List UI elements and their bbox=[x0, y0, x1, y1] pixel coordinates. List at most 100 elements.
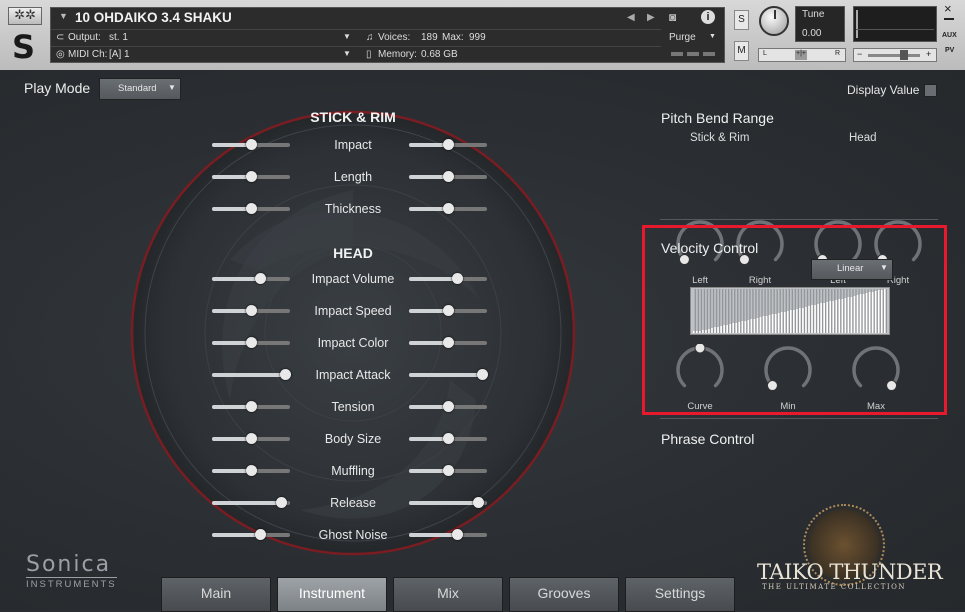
head-slider-right[interactable] bbox=[409, 433, 487, 444]
slider-thumb[interactable] bbox=[280, 369, 292, 380]
pan-thumb[interactable]: +|+ bbox=[795, 50, 807, 60]
head-slider-right[interactable] bbox=[409, 369, 489, 380]
velocity-curve-bar-shade bbox=[882, 289, 884, 333]
solo-button[interactable]: S bbox=[734, 10, 749, 30]
close-button[interactable]: × bbox=[944, 1, 952, 16]
tune-knob[interactable] bbox=[759, 6, 789, 36]
slider-thumb[interactable] bbox=[443, 401, 454, 412]
slider-fill bbox=[212, 501, 281, 505]
tune-value[interactable]: 0.00 bbox=[802, 28, 821, 39]
tab-settings[interactable]: Settings bbox=[625, 577, 735, 612]
velocity-curve-bar bbox=[793, 310, 795, 333]
head-slider-left[interactable] bbox=[212, 305, 290, 316]
instrument-info-panel: ▼ 10 OHDAIKO 3.4 SHAKU ◀ ▶ ◙ i ⊂ Output:… bbox=[50, 7, 725, 63]
velocity-curve-dropdown[interactable]: Linear ▼ bbox=[811, 259, 893, 280]
stick_rim-slider-left[interactable] bbox=[212, 139, 290, 150]
stick_rim-slider-right[interactable] bbox=[409, 171, 487, 182]
velocity-curve-bar bbox=[768, 315, 771, 333]
max-value[interactable]: 999 bbox=[469, 32, 486, 43]
volume-thumb[interactable] bbox=[900, 50, 908, 60]
head-slider-left[interactable] bbox=[212, 433, 290, 444]
mute-button[interactable]: M bbox=[734, 41, 749, 61]
head-slider-right[interactable] bbox=[409, 273, 487, 284]
display-value-checkbox[interactable] bbox=[924, 84, 937, 97]
instrument-name[interactable]: 10 OHDAIKO 3.4 SHAKU bbox=[75, 10, 232, 25]
velocity-curve-display[interactable] bbox=[690, 287, 890, 335]
slider-thumb[interactable] bbox=[255, 529, 267, 540]
velocity-max-knob[interactable]: Max bbox=[850, 344, 902, 412]
collapse-icon[interactable]: ▼ bbox=[59, 11, 68, 21]
slider-thumb[interactable] bbox=[443, 305, 454, 316]
gear-button[interactable]: ✲✲ bbox=[8, 7, 42, 25]
midi-dropdown-icon[interactable]: ▼ bbox=[343, 49, 351, 58]
slider-thumb[interactable] bbox=[477, 369, 489, 380]
slider-thumb[interactable] bbox=[246, 171, 257, 182]
tab-grooves[interactable]: Grooves bbox=[509, 577, 619, 612]
velocity-curve-bar-shade bbox=[734, 289, 736, 333]
slider-thumb[interactable] bbox=[472, 497, 484, 508]
slider-thumb[interactable] bbox=[452, 273, 464, 284]
pan-slider[interactable]: L +|+ R bbox=[758, 48, 846, 62]
head-slider-right[interactable] bbox=[409, 529, 487, 540]
play-mode-dropdown[interactable]: Standard ▼ bbox=[99, 78, 181, 100]
aux-button[interactable]: AUX bbox=[942, 32, 957, 39]
purge-button[interactable]: Purge bbox=[669, 32, 696, 43]
stick_rim-slider-left[interactable] bbox=[212, 171, 290, 182]
tab-mix[interactable]: Mix bbox=[393, 577, 503, 612]
head-slider-right[interactable] bbox=[409, 337, 487, 348]
tab-instrument[interactable]: Instrument bbox=[277, 577, 387, 612]
velocity-curve-knob[interactable]: Curve bbox=[674, 342, 726, 412]
slider-thumb[interactable] bbox=[443, 465, 454, 476]
output-value[interactable]: st. 1 bbox=[109, 32, 128, 43]
slider-thumb[interactable] bbox=[246, 337, 257, 348]
slider-thumb[interactable] bbox=[246, 139, 257, 150]
minimize-button[interactable] bbox=[944, 18, 954, 20]
slider-thumb[interactable] bbox=[246, 305, 257, 316]
slider-thumb[interactable] bbox=[246, 465, 257, 476]
slider-thumb[interactable] bbox=[443, 337, 454, 348]
velocity-curve-bar bbox=[865, 293, 868, 333]
slider-thumb[interactable] bbox=[443, 433, 454, 444]
slider-fill bbox=[212, 373, 286, 377]
purge-dropdown-icon[interactable]: ▼ bbox=[709, 33, 716, 40]
head-slider-left[interactable] bbox=[212, 273, 290, 284]
slider-thumb[interactable] bbox=[443, 203, 454, 214]
head-slider-right[interactable] bbox=[409, 401, 487, 412]
output-dropdown-icon[interactable]: ▼ bbox=[343, 32, 351, 41]
head-slider-right[interactable] bbox=[409, 497, 487, 508]
head-slider-right[interactable] bbox=[409, 305, 487, 316]
velocity-curve-bar bbox=[780, 312, 783, 333]
head-slider-right[interactable] bbox=[409, 465, 487, 476]
head-slider-left[interactable] bbox=[212, 497, 290, 508]
slider-thumb[interactable] bbox=[246, 433, 257, 444]
slider-thumb[interactable] bbox=[246, 203, 257, 214]
tab-main[interactable]: Main bbox=[161, 577, 271, 612]
stick_rim-slider-right[interactable] bbox=[409, 139, 487, 150]
slider-thumb[interactable] bbox=[443, 171, 454, 182]
stick_rim-slider-left[interactable] bbox=[212, 203, 290, 214]
camera-icon[interactable]: ◙ bbox=[669, 10, 676, 24]
head-slider-left[interactable] bbox=[212, 529, 290, 540]
velocity-curve-bar bbox=[859, 294, 862, 333]
pv-button[interactable]: PV bbox=[945, 47, 954, 54]
volume-slider[interactable]: − + bbox=[853, 48, 937, 62]
head-slider-left[interactable] bbox=[212, 465, 290, 476]
slider-thumb[interactable] bbox=[246, 401, 257, 412]
head-slider-left[interactable] bbox=[212, 369, 292, 380]
velocity-min-knob[interactable]: Min bbox=[762, 344, 814, 412]
prev-instrument-icon[interactable]: ◀ bbox=[627, 12, 635, 23]
slider-thumb[interactable] bbox=[275, 497, 287, 508]
tune-label: Tune bbox=[802, 9, 825, 20]
head-slider-left[interactable] bbox=[212, 337, 290, 348]
head-slider-left[interactable] bbox=[212, 401, 290, 412]
head-label: Impact Speed bbox=[314, 304, 392, 318]
stick_rim-slider-right[interactable] bbox=[409, 203, 487, 214]
slider-thumb[interactable] bbox=[452, 529, 464, 540]
midi-value[interactable]: [A] 1 bbox=[109, 49, 130, 60]
slider-fill bbox=[212, 533, 261, 537]
slider-thumb[interactable] bbox=[443, 139, 454, 150]
next-instrument-icon[interactable]: ▶ bbox=[647, 12, 655, 23]
velocity-curve-bar-shade bbox=[776, 289, 778, 333]
slider-thumb[interactable] bbox=[255, 273, 267, 284]
info-icon[interactable]: i bbox=[701, 10, 715, 24]
